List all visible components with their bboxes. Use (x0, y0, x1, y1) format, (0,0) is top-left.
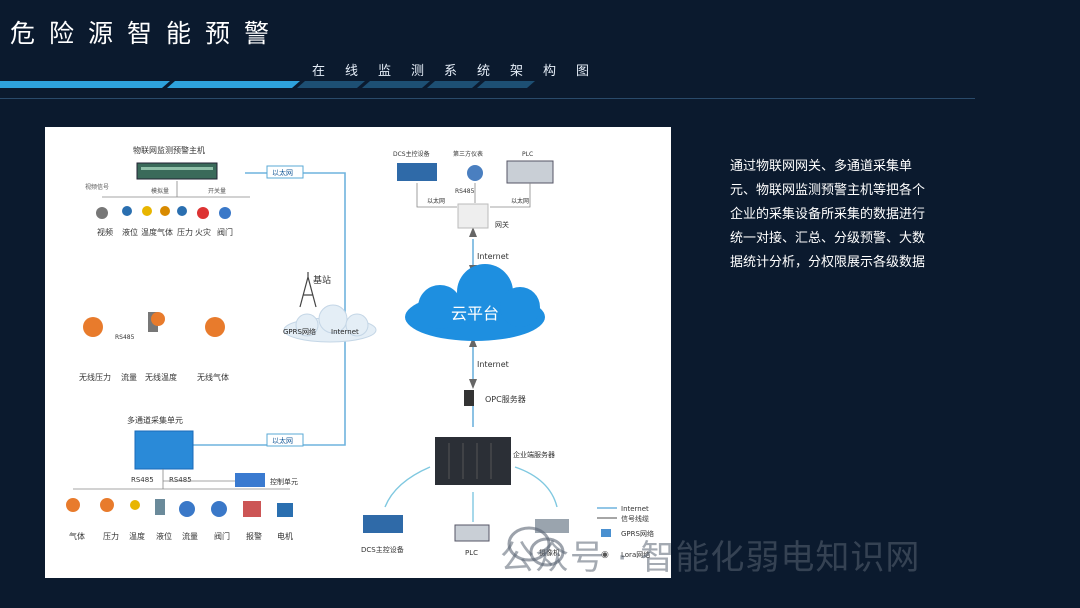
top-dcs-label: DCS主控设备 (393, 150, 430, 158)
multi-unit-label: 多通道采集单元 (127, 415, 183, 425)
control-unit-label: 控制单元 (270, 477, 298, 486)
bottom-device-label: 阀门 (214, 531, 230, 541)
watermark-text: 公众号 · 智能化弱电知识网 (500, 538, 921, 578)
client-dcs-label: DCS主控设备 (361, 545, 404, 554)
bottom-device-label: 压力 (103, 531, 119, 541)
top-rs485: RS485 (455, 188, 475, 195)
legend-item: 信号线缆 (621, 514, 649, 523)
gprs-label: GPRS网络 (283, 327, 316, 336)
top-ethernet-2: 以太网 (511, 197, 529, 205)
control-unit-device (235, 473, 265, 487)
bottom-device-label: 气体 (69, 531, 85, 541)
bottom-device-label: 电机 (277, 531, 293, 541)
page-subtitle: 在线监测系统架构图 (312, 64, 610, 79)
client-plc-label: PLC (465, 549, 478, 557)
wireless-label: 无线压力 (79, 372, 111, 382)
architecture-diagram: 物联网监测预警主机 以太网 视频信号 模拟量 开关量 视频 液位 温度 气体 压… (66, 145, 654, 560)
page-title: 危险源智能预警 (10, 19, 284, 48)
host-label: 物联网监测预警主机 (133, 145, 205, 155)
host-analog: 模拟量 (151, 187, 169, 195)
cloud-label: 云平台 (451, 304, 499, 323)
gateway-device (457, 203, 489, 229)
host-device-labels: 视频 液位 温度 气体 压力 火灾 阀门 (97, 227, 233, 237)
wireless-label: 流量 (121, 372, 137, 382)
top-dcs-device (397, 163, 437, 181)
gprs-cloud (283, 304, 377, 343)
legend-item: Internet (621, 505, 649, 513)
client-dcs-device (363, 515, 403, 533)
bottom-device-label: 温度 (129, 531, 145, 541)
internet-label-bottom: Internet (477, 360, 509, 369)
opc-server (464, 390, 474, 406)
enterprise-server-label: 企业端服务器 (513, 450, 555, 459)
client-plc-device (454, 524, 490, 542)
top-ethernet: 以太网 (427, 197, 445, 205)
enterprise-server (435, 437, 511, 485)
host-device-label: 视频 (97, 227, 113, 237)
multi-rs485-a: RS485 (131, 476, 154, 484)
top-plc-label: PLC (522, 151, 533, 158)
host-sensors (96, 206, 231, 219)
wireless-label: 无线温度 (145, 372, 177, 382)
host-video-signal: 视频信号 (85, 183, 109, 191)
multi-unit-device (134, 430, 194, 470)
internet-label-small: Internet (331, 328, 359, 336)
top-third-party-label: 第三方仪表 (453, 150, 483, 158)
top-plc-device (506, 160, 554, 184)
multi-rs485-b: RS485 (169, 476, 192, 484)
host-device-label: 阀门 (217, 227, 233, 237)
internet-label-top: Internet (477, 252, 509, 261)
base-station-label: 基站 (313, 274, 331, 286)
bottom-device-label: 液位 (156, 531, 172, 541)
top-third-party-device (467, 165, 483, 181)
description-text: 通过物联网网关、多通道采集单元、物联网监测预警主机等把各个企业的采集设备所采集的… (730, 159, 926, 270)
opc-label: OPC服务器 (485, 394, 526, 404)
bottom-device-label: 报警 (246, 531, 262, 541)
host-device-label: 压力 (177, 227, 193, 237)
host-switch: 开关量 (208, 187, 226, 195)
ethernet-label-top: 以太网 (272, 168, 293, 177)
ethernet-label-bottom: 以太网 (272, 436, 293, 445)
header-divider (0, 98, 975, 99)
bottom-sensors (66, 498, 293, 517)
bottom-device-label: 流量 (182, 531, 198, 541)
host-device-label: 气体 (157, 227, 173, 237)
wireless-label: 无线气体 (197, 372, 229, 382)
bottom-device-labels: 气体 压力 温度 液位 流量 阀门 报警 电机 (69, 531, 293, 541)
host-device (136, 162, 218, 180)
wireless-labels: 无线压力 流量 无线温度 无线气体 (79, 372, 229, 382)
host-device-label: 火灾 (195, 227, 211, 237)
host-device-label: 温度 (141, 227, 157, 237)
gateway-label: 网关 (495, 220, 509, 229)
header-stripe-bar (0, 81, 535, 88)
host-device-label: 液位 (122, 227, 138, 237)
cloud-platform (405, 264, 545, 341)
architecture-diagram-panel: 物联网监测预警主机 以太网 视频信号 模拟量 开关量 视频 液位 温度 气体 压… (45, 127, 671, 578)
wireless-rs485: RS485 (115, 334, 135, 341)
wireless-devices (83, 312, 225, 337)
